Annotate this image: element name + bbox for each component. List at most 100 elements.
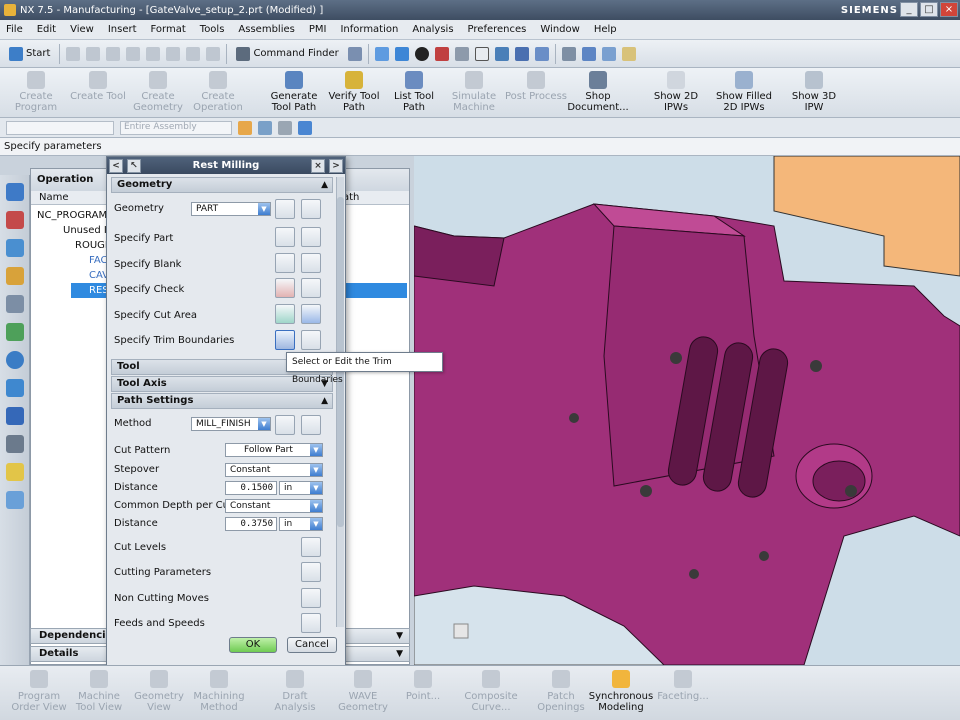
system-materials-icon[interactable] (6, 435, 24, 453)
dialog-scrollbar[interactable] (336, 177, 344, 627)
distance-unit-select[interactable]: in ▼ (279, 481, 323, 495)
verify-tool-path-button[interactable]: Verify Tool Path (322, 71, 386, 113)
analysis-icon[interactable] (621, 46, 636, 61)
specify-cut-area-button[interactable] (275, 304, 295, 324)
menu-help[interactable]: Help (594, 24, 617, 35)
part-navigator-icon[interactable] (6, 239, 24, 257)
delete-icon[interactable] (186, 46, 201, 61)
menu-assemblies[interactable]: Assemblies (238, 24, 294, 35)
menu-file[interactable]: File (6, 24, 23, 35)
roles-icon[interactable] (6, 463, 24, 481)
display-part-button[interactable] (301, 227, 321, 247)
history-icon[interactable] (6, 379, 24, 397)
new-geometry-button[interactable] (275, 199, 295, 219)
operation-navigator-icon[interactable] (6, 267, 24, 285)
copy-icon[interactable] (146, 46, 161, 61)
tree-row[interactable]: CAV (71, 268, 111, 283)
display-trim-button[interactable] (301, 330, 321, 350)
reuse-library-icon[interactable] (6, 323, 24, 341)
maximize-button[interactable]: □ (920, 2, 938, 17)
menu-view[interactable]: View (70, 24, 94, 35)
menu-edit[interactable]: Edit (37, 24, 56, 35)
edit-geometry-button[interactable] (301, 199, 321, 219)
group-path-settings[interactable]: Path Settings ▲ (111, 393, 333, 409)
specify-blank-button[interactable] (275, 253, 295, 273)
cut-icon[interactable] (126, 46, 141, 61)
cube-icon[interactable] (298, 120, 312, 135)
show-filled-2d-ipws-button[interactable]: Show Filled 2D IPWs (712, 71, 776, 113)
reset-icon[interactable]: ↖ (127, 158, 141, 173)
selection-icon[interactable] (347, 46, 362, 61)
show-3d-ipw-button[interactable]: Show 3D IPW (782, 71, 846, 113)
chevron-left-icon[interactable]: < (109, 158, 123, 173)
create-program-button[interactable]: Create Program (4, 71, 68, 113)
undo-icon[interactable] (206, 46, 221, 61)
cancel-button[interactable]: Cancel (287, 637, 337, 653)
display-check-button[interactable] (301, 278, 321, 298)
web-browser-icon[interactable] (6, 351, 24, 369)
snap-point-icon[interactable] (238, 120, 252, 135)
menu-information[interactable]: Information (340, 24, 398, 35)
palette-icon[interactable] (6, 491, 24, 509)
menu-window[interactable]: Window (540, 24, 579, 35)
machine-tool-view-button[interactable]: Machine Tool View (66, 670, 132, 713)
type-filter[interactable] (6, 120, 114, 135)
patch-openings-button[interactable]: Patch Openings (528, 670, 594, 713)
command-finder-button[interactable]: Command Finder (233, 44, 341, 64)
assembly-navigator-icon[interactable] (6, 183, 24, 201)
shading-icon[interactable] (414, 46, 429, 61)
selection-mode-icon[interactable] (278, 120, 292, 135)
geometry-view-button[interactable]: Geometry View (126, 670, 192, 713)
tree-row[interactable]: Unused Ite (53, 223, 117, 238)
distance-input[interactable]: 0.1500 (225, 481, 277, 495)
specify-part-button[interactable] (275, 227, 295, 247)
constraint-navigator-icon[interactable] (6, 211, 24, 229)
close-button[interactable]: × (940, 2, 958, 17)
tree-row[interactable]: ROUGH (53, 238, 113, 253)
open-icon[interactable] (86, 46, 101, 61)
feeds-speeds-button[interactable] (301, 613, 321, 633)
generate-tool-path-button[interactable]: Generate Tool Path (262, 71, 326, 113)
display-cut-area-button[interactable] (301, 304, 321, 324)
menu-format[interactable]: Format (151, 24, 186, 35)
start-button[interactable]: Start (6, 44, 53, 64)
machining-method-button[interactable]: Machining Method (186, 670, 252, 713)
point-button[interactable]: Point... (390, 670, 456, 702)
minimize-button[interactable]: _ (900, 2, 918, 17)
depth-unit-select[interactable]: in ▼ (279, 517, 323, 531)
assembly-icon[interactable] (581, 46, 596, 61)
cut-pattern-select[interactable]: Follow Part ▼ (225, 443, 323, 457)
display-blank-button[interactable] (301, 253, 321, 273)
edit-method-button[interactable] (301, 415, 321, 435)
new-method-button[interactable] (275, 415, 295, 435)
list-tool-path-button[interactable]: List Tool Path (382, 71, 446, 113)
tree-row[interactable]: NC_PROGRAM (37, 208, 107, 223)
background-icon[interactable] (454, 46, 469, 61)
view-orientation-icon[interactable] (394, 46, 409, 61)
create-geometry-button[interactable]: Create Geometry (126, 71, 190, 113)
fit-icon[interactable] (374, 46, 389, 61)
work-view-icon[interactable] (494, 46, 509, 61)
cut-levels-button[interactable] (301, 537, 321, 557)
draft-analysis-button[interactable]: Draft Analysis (262, 670, 328, 713)
save-icon[interactable] (106, 46, 121, 61)
chevron-right-icon[interactable]: > (329, 158, 343, 173)
program-order-view-button[interactable]: Program Order View (6, 670, 72, 713)
shop-document-button[interactable]: Shop Document... (566, 71, 630, 113)
show-hide-icon[interactable] (561, 46, 576, 61)
create-tool-button[interactable]: Create Tool (66, 71, 130, 102)
stepover-select[interactable]: Constant ▼ (225, 463, 323, 477)
composite-curve-button[interactable]: Composite Curve... (458, 670, 524, 713)
menu-pmi[interactable]: PMI (309, 24, 327, 35)
csys-icon[interactable] (534, 46, 549, 61)
machine-navigator-icon[interactable] (6, 295, 24, 313)
depth-distance-input[interactable]: 0.3750 (225, 517, 277, 531)
snap-icon[interactable] (514, 46, 529, 61)
cutting-parameters-button[interactable] (301, 562, 321, 582)
scope-filter[interactable]: Entire Assembly (120, 120, 232, 135)
render-style-icon[interactable] (434, 46, 449, 61)
method-select[interactable]: MILL_FINISH ▼ (191, 417, 271, 431)
simulate-machine-button[interactable]: Simulate Machine (442, 71, 506, 113)
wave-geometry-button[interactable]: WAVE Geometry (330, 670, 396, 713)
graphics-window[interactable] (414, 156, 960, 665)
